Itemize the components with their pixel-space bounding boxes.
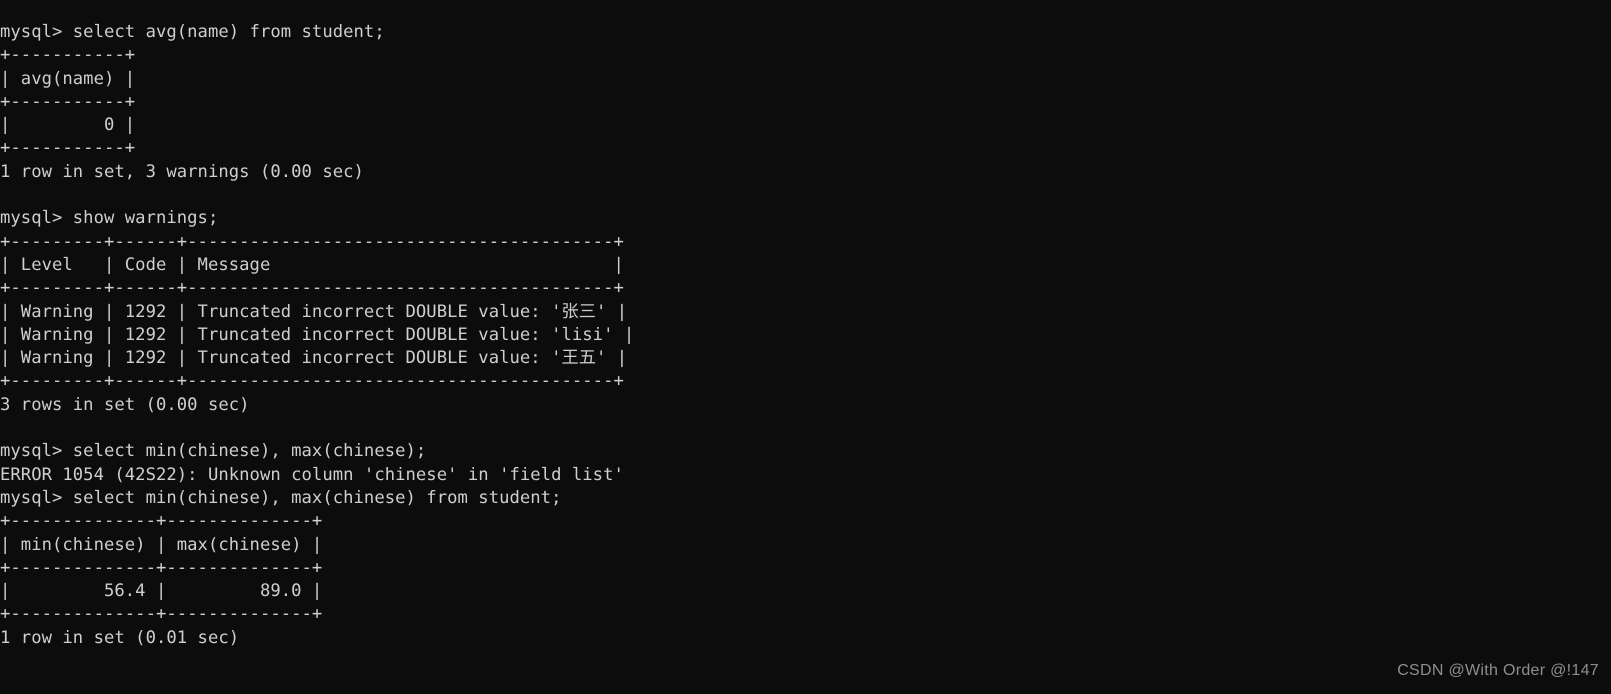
csdn-watermark: CSDN @With Order @!147 — [1397, 662, 1599, 679]
terminal-window[interactable]: mysql> select avg(name) from student; +-… — [0, 0, 1611, 694]
terminal-console-output[interactable]: mysql> select avg(name) from student; +-… — [0, 21, 1611, 650]
